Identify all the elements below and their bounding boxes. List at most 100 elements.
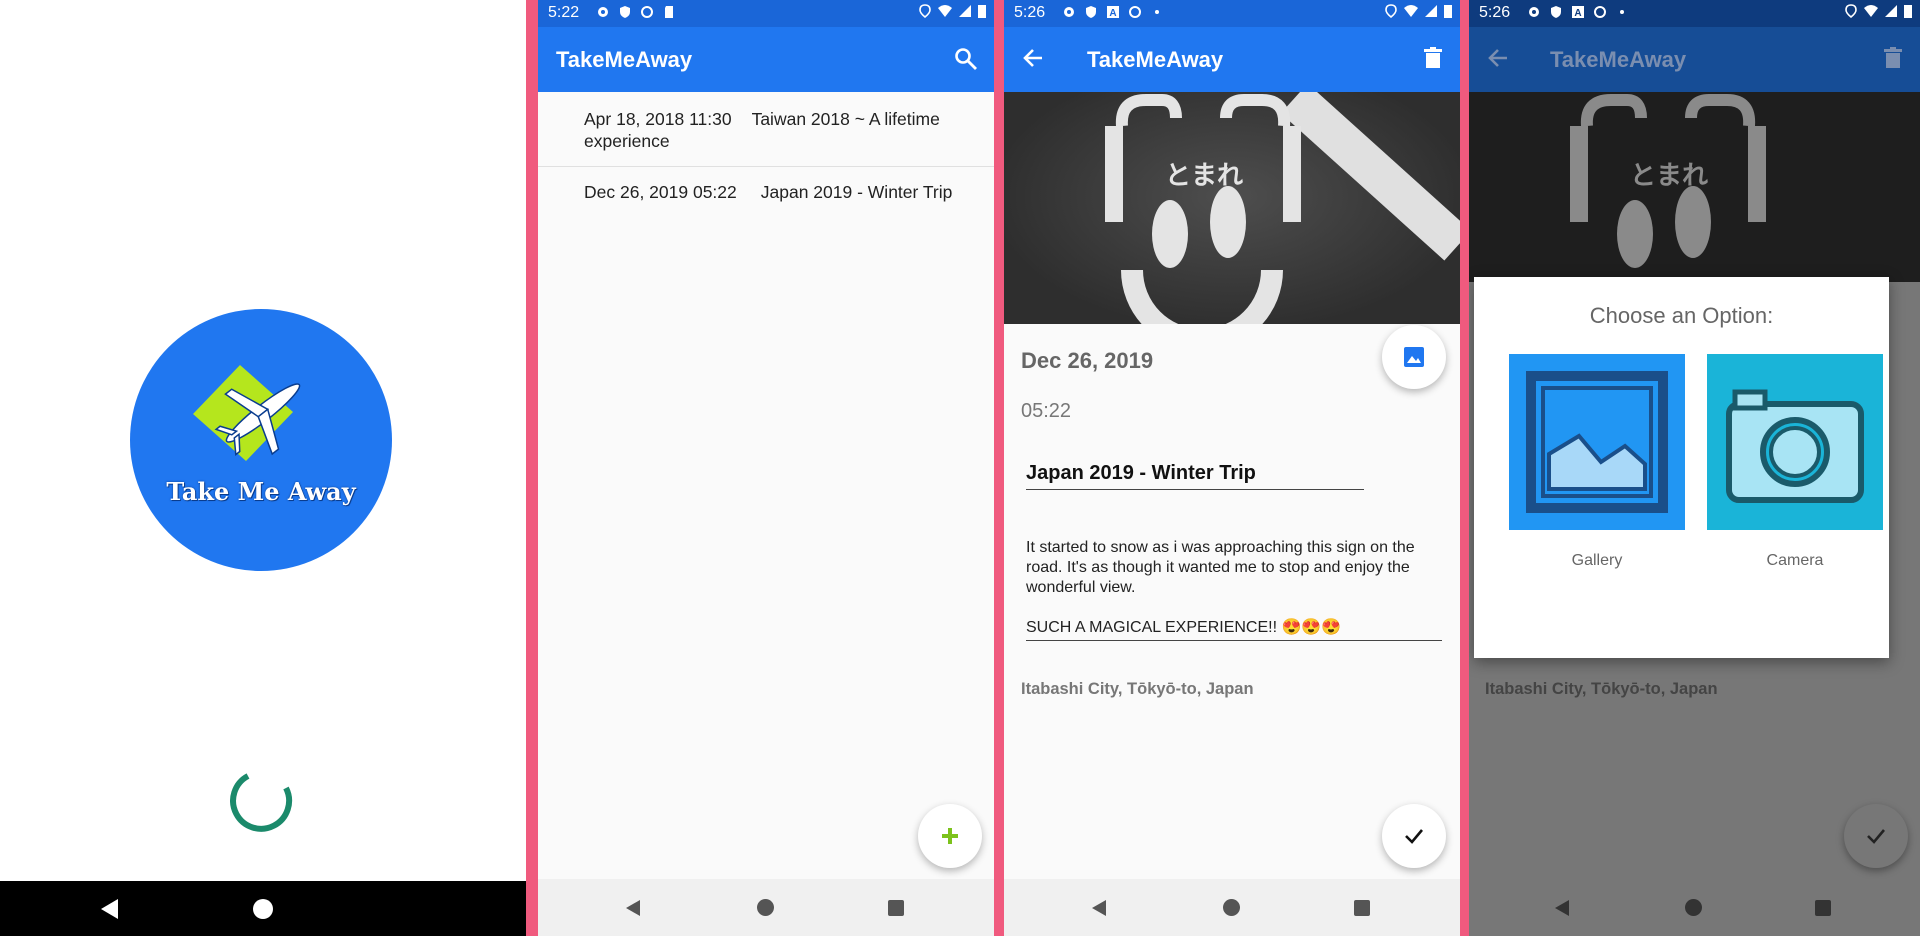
- sd-card-icon: [665, 6, 673, 18]
- home-nav-icon[interactable]: [1685, 899, 1702, 916]
- delete-icon[interactable]: [1884, 47, 1902, 69]
- navigation-bar: [538, 879, 994, 936]
- panel-divider: [526, 0, 538, 936]
- entry-date: Dec 26, 2019 05:22: [584, 182, 737, 202]
- add-photo-button[interactable]: [1382, 325, 1446, 389]
- status-time: 5:26: [1014, 4, 1046, 21]
- plus-icon: [942, 828, 958, 844]
- settings-icon: [598, 7, 608, 17]
- back-nav-icon[interactable]: [98, 897, 122, 921]
- check-icon: [1405, 829, 1423, 844]
- location-icon: [1845, 4, 1857, 18]
- dialog-title: Choose an Option:: [1589, 303, 1774, 328]
- road-sign-image: とまれ: [1570, 94, 1766, 268]
- dot-icon: [1155, 10, 1159, 14]
- body-text: It started to snow as i was approaching …: [1026, 539, 1415, 596]
- svg-text:A: A: [1109, 8, 1116, 19]
- status-bar: 5:26 A: [1469, 0, 1920, 27]
- navigation-bar: [1469, 879, 1920, 936]
- body-last-line: SUCH A MAGICAL EXPERIENCE!! 😍😍😍: [1026, 618, 1442, 641]
- signal-icon: [959, 5, 971, 17]
- splash-screen: Take Me Away: [0, 0, 526, 936]
- app-bar: TakeMeAway: [538, 27, 994, 92]
- panel-divider: [1460, 0, 1469, 936]
- sync-icon: [641, 6, 653, 18]
- list-item[interactable]: Dec 26, 2019 05:22 Japan 2019 - Winter Tr…: [538, 167, 994, 241]
- svg-text:A: A: [1574, 8, 1581, 19]
- delete-icon[interactable]: [1424, 47, 1442, 69]
- gallery-label: Gallery: [1571, 552, 1623, 569]
- back-nav-icon[interactable]: [1553, 899, 1571, 917]
- location-text: Itabashi City, Tōkyō-to, Japan: [1021, 680, 1254, 698]
- dot-icon: [1620, 10, 1624, 14]
- search-icon[interactable]: [954, 47, 978, 71]
- entry-title: Japan 2019 - Winter Trip: [760, 182, 953, 202]
- gallery-option[interactable]: Gallery: [1509, 354, 1685, 574]
- loading-spinner: [230, 773, 293, 832]
- signal-icon: [1885, 5, 1897, 17]
- road-sign-image: とまれ: [1105, 94, 1301, 324]
- battery-icon: [978, 5, 986, 18]
- title-value: Japan 2019 - Winter Trip: [1026, 462, 1256, 484]
- recents-nav-icon[interactable]: [888, 900, 904, 916]
- shield-icon: [1086, 6, 1096, 18]
- font-icon: A: [1107, 6, 1119, 19]
- entry-list: Apr 18, 2018 11:30 Taiwan 2018 ~ A lifeti…: [538, 92, 994, 241]
- airplane-logo-icon: [193, 365, 301, 461]
- camera-option[interactable]: Camera: [1707, 354, 1883, 574]
- settings-icon: [1064, 7, 1074, 17]
- navigation-bar: [0, 881, 526, 936]
- home-nav-icon[interactable]: [1223, 899, 1240, 916]
- location-icon: [1385, 4, 1397, 18]
- app-bar: TakeMeAway: [1469, 27, 1920, 92]
- font-icon: A: [1572, 6, 1584, 19]
- save-button[interactable]: [1844, 804, 1908, 868]
- navigation-bar: [1004, 879, 1460, 936]
- logo-text: Take Me Away: [166, 477, 356, 506]
- list-item[interactable]: Apr 18, 2018 11:30 Taiwan 2018 ~ A lifeti…: [538, 92, 994, 167]
- add-entry-button[interactable]: [918, 804, 982, 868]
- entry-time: 05:22: [1021, 400, 1072, 422]
- wifi-icon: [938, 5, 952, 17]
- status-bar: 5:26 A: [1004, 0, 1460, 27]
- app-title: TakeMeAway: [1550, 47, 1687, 72]
- battery-icon: [1444, 5, 1452, 18]
- list-screen: 5:22 TakeMeAway Apr 18, 2018 11:30 Taiwan…: [538, 0, 994, 936]
- check-icon: [1867, 829, 1885, 844]
- sign-text: とまれ: [1630, 161, 1708, 191]
- camera-icon: [1707, 354, 1883, 530]
- gallery-icon: [1509, 354, 1685, 530]
- home-nav-icon[interactable]: [253, 899, 273, 919]
- signal-icon: [1425, 5, 1437, 17]
- back-arrow-icon[interactable]: [1022, 47, 1044, 69]
- sync-icon: [1594, 6, 1606, 18]
- title-input[interactable]: Japan 2019 - Winter Trip: [1026, 462, 1364, 490]
- back-nav-icon[interactable]: [1090, 899, 1108, 917]
- body-input[interactable]: It started to snow as i was approaching …: [1026, 538, 1442, 641]
- entry-photo-dimmed: とまれ: [1469, 92, 1920, 282]
- location-text: Itabashi City, Tōkyō-to, Japan: [1485, 680, 1718, 698]
- app-bar: TakeMeAway: [1004, 27, 1460, 92]
- panel-divider: [994, 0, 1004, 936]
- shield-icon: [620, 6, 630, 18]
- status-time: 5:22: [548, 4, 580, 21]
- entry-date: Apr 18, 2018 11:30: [584, 109, 732, 129]
- recents-nav-icon[interactable]: [1354, 900, 1370, 916]
- back-nav-icon[interactable]: [624, 899, 642, 917]
- save-button[interactable]: [1382, 804, 1446, 868]
- entry-date: Dec 26, 2019: [1021, 348, 1154, 373]
- recents-nav-icon[interactable]: [1815, 900, 1831, 916]
- back-arrow-icon[interactable]: [1487, 47, 1509, 69]
- home-nav-icon[interactable]: [757, 899, 774, 916]
- status-bar: 5:22: [538, 0, 994, 27]
- camera-label: Camera: [1766, 552, 1824, 569]
- wifi-icon: [1404, 5, 1418, 17]
- dialog-screen: 5:26 A TakeMeAway とまれ Itabashi City, Tōk…: [1469, 0, 1920, 936]
- location-icon: [919, 4, 931, 18]
- app-title: TakeMeAway: [1087, 47, 1224, 72]
- image-icon: [1404, 347, 1424, 367]
- battery-icon: [1904, 5, 1912, 18]
- sign-text: とまれ: [1165, 161, 1243, 191]
- detail-screen: 5:26 A TakeMeAway とまれ Dec 26, 2019 05:22…: [1004, 0, 1460, 936]
- app-logo: Take Me Away: [130, 309, 392, 571]
